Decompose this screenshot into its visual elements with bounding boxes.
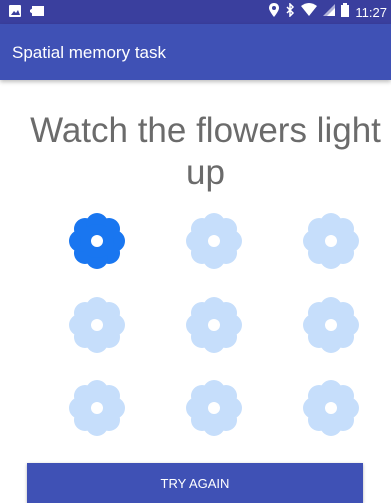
flower-icon[interactable] (185, 212, 243, 270)
flower-grid (0, 0, 391, 498)
flower-icon[interactable] (185, 379, 243, 437)
flower-icon[interactable] (68, 212, 126, 270)
flower-icon[interactable] (302, 379, 360, 437)
flower-icon[interactable] (68, 379, 126, 437)
flower-icon[interactable] (302, 212, 360, 270)
try-again-button[interactable]: TRY AGAIN (27, 463, 363, 503)
flower-icon[interactable] (68, 296, 126, 354)
flower-icon[interactable] (185, 296, 243, 354)
flower-icon[interactable] (302, 296, 360, 354)
